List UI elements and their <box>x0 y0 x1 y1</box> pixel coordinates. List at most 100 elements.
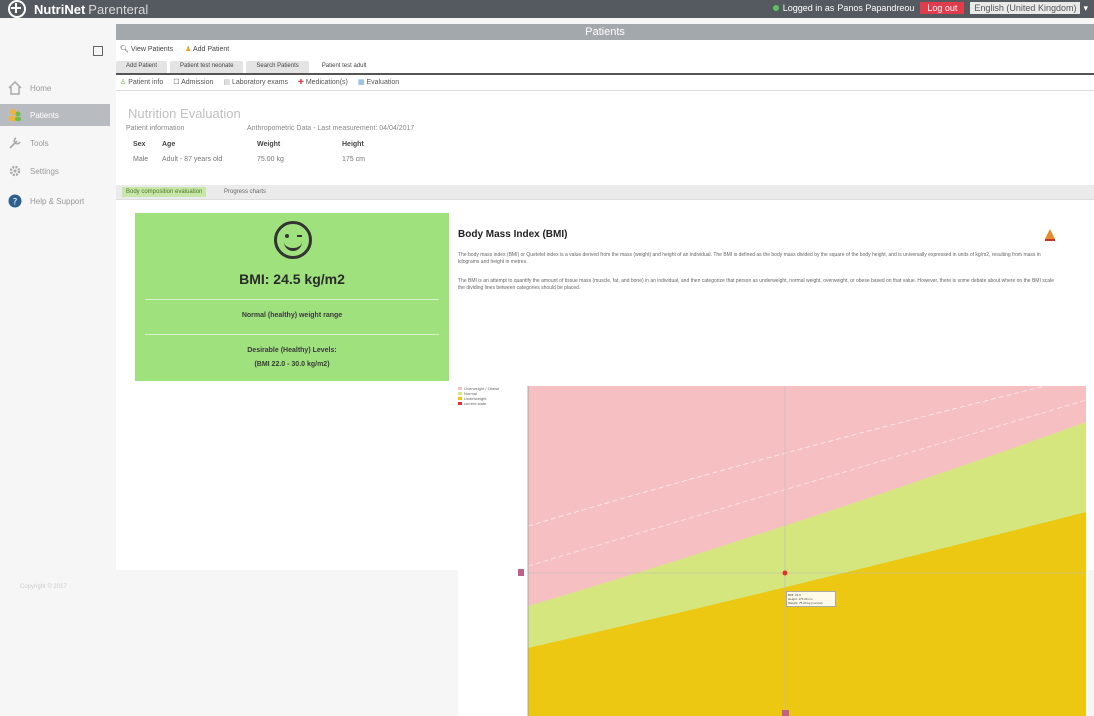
tooltip-line: Weight: 75.00 kg (normal) <box>788 601 823 605</box>
height-value: 175 cm <box>342 156 365 163</box>
top-bar: NutriNet Parenteral Logged in as Panos P… <box>0 0 1094 18</box>
logout-button[interactable]: Log out <box>920 2 965 14</box>
logged-in-label: Logged in as <box>782 3 835 13</box>
bmi-description-2: The BMI is an attempt to quantify the am… <box>458 278 1054 291</box>
height-header: Height <box>342 141 364 148</box>
chevron-down-icon[interactable]: ▾ <box>1083 3 1088 14</box>
chart-tooltip: BMI: 24.5 Height: 175.00 cm Weight: 75.0… <box>786 591 836 607</box>
subtab-patient-info[interactable]: ♙ Patient info <box>120 78 163 86</box>
add-patient-button[interactable]: ♟ Add Patient <box>185 45 229 53</box>
subtab-laboratory-exams[interactable]: ▤ Laboratory exams <box>223 78 288 86</box>
tab-progress-charts[interactable]: Progress charts <box>220 187 270 197</box>
sidebar-item-label: Settings <box>30 166 59 176</box>
search-icon: 🔍︎ <box>120 46 129 53</box>
tab-patient-test-adult[interactable]: Patient test adult <box>311 61 377 73</box>
divider <box>116 90 1094 91</box>
tab-patient-test-neonate[interactable]: Patient test neonate <box>170 61 244 73</box>
subtab-label: Medication(s) <box>305 79 348 86</box>
legend-label: current state <box>464 401 487 406</box>
tab-body-composition[interactable]: Body composition evaluation <box>122 187 207 197</box>
x-axis-handle[interactable] <box>782 710 789 716</box>
lab-icon: ▤ <box>223 79 231 86</box>
sidebar-item-settings[interactable]: Settings <box>8 160 110 182</box>
sex-value: Male <box>133 156 149 163</box>
view-patients-button[interactable]: 🔍︎ View Patients <box>120 45 173 53</box>
patient-subtabs: ♙ Patient info ☐ Admission ▤ Laboratory … <box>120 78 399 86</box>
sex-header: Sex <box>133 141 146 148</box>
weight-header: Weight <box>257 141 281 148</box>
patient-info-icon: ♙ <box>120 79 127 86</box>
legend-item: current state <box>458 401 520 406</box>
evaluation-title: Nutrition Evaluation <box>128 106 241 121</box>
legend-swatch <box>458 402 462 405</box>
age-header: Age <box>162 141 176 148</box>
home-icon <box>8 80 22 95</box>
sidebar-item-patients[interactable]: Patients <box>0 104 110 126</box>
smiley-icon <box>274 221 312 259</box>
subtab-label: Patient info <box>128 79 164 86</box>
content-tabs: Body composition evaluation Progress cha… <box>116 185 1094 200</box>
app-suffix: Parenteral <box>88 1 149 17</box>
online-status-icon <box>772 5 779 11</box>
patient-actions: 🔍︎ View Patients ♟ Add Patient <box>120 45 229 53</box>
smiley-mouth <box>284 238 302 251</box>
logo-icon <box>8 0 26 18</box>
add-patient-label: Add Patient <box>192 46 230 53</box>
username: Panos Papandreou <box>837 3 915 13</box>
collapse-sidebar-icon[interactable] <box>93 46 103 56</box>
language-select[interactable]: English (United Kingdom) <box>970 2 1081 14</box>
chart-legend: Overweight / Obese Normal Underweight cu… <box>458 386 520 406</box>
subtab-medications[interactable]: ✚ Medication(s) <box>298 78 348 86</box>
anthropometric-label: Anthropometric Data - Last measurement: … <box>247 125 415 132</box>
bmi-card: BMI: 24.5 kg/m2 Normal (healthy) weight … <box>135 213 449 381</box>
sidebar-item-tools[interactable]: Tools <box>8 132 110 154</box>
sidebar-item-label: Tools <box>30 138 49 148</box>
legend-swatch <box>458 397 462 400</box>
gear-icon <box>8 164 22 178</box>
app-name: NutriNet <box>34 1 86 17</box>
subtab-label: Evaluation <box>366 79 400 86</box>
patient-tabs: Add Patient Patient test neonate Search … <box>116 61 1094 75</box>
bmi-chart: Overweight / Obese Normal Underweight cu… <box>458 386 1086 716</box>
sidebar-item-help[interactable]: ? Help & Support <box>8 190 110 212</box>
sidebar-item-label: Home <box>30 83 52 93</box>
bmi-value: BMI: 24.5 kg/m2 <box>239 271 345 287</box>
subtab-label: Laboratory exams <box>231 79 289 86</box>
age-value: Adult - 87 years old <box>162 156 223 163</box>
legend-swatch <box>458 392 462 395</box>
desirable-levels-title: Desirable (Healthy) Levels: <box>247 347 337 354</box>
page-title: Patients <box>116 24 1094 40</box>
admission-icon: ☐ <box>173 79 180 86</box>
subtab-admission[interactable]: ☐ Admission <box>173 78 213 86</box>
svg-text:?: ? <box>13 198 18 208</box>
weight-range-label: Normal (healthy) weight range <box>241 312 343 319</box>
divider <box>145 334 439 335</box>
help-icon: ? <box>8 194 22 208</box>
current-state-marker[interactable] <box>782 570 788 576</box>
bmi-description-1: The body mass index (BMI) or Quetelet in… <box>458 252 1041 265</box>
add-user-icon: ♟ <box>185 46 192 53</box>
medication-icon: ✚ <box>298 79 304 86</box>
subtab-evaluation[interactable]: ▦ Evaluation <box>358 78 399 86</box>
tools-icon <box>8 136 22 150</box>
download-pdf-icon[interactable] <box>1044 228 1056 241</box>
sidebar-item-label: Help & Support <box>30 196 85 206</box>
subtab-label: Admission <box>181 79 214 86</box>
bmi-chart-svg <box>518 386 1086 716</box>
sidebar-item-home[interactable]: Home <box>8 77 110 99</box>
patients-icon <box>8 108 22 122</box>
sidebar: Home Patients Tools Settings ? Help & Su… <box>0 40 110 590</box>
divider <box>145 299 439 300</box>
tab-add-patient[interactable]: Add Patient <box>116 61 168 73</box>
y-axis-handle[interactable] <box>518 569 524 576</box>
sidebar-item-label: Patients <box>30 110 59 120</box>
view-patients-label: View Patients <box>130 46 174 53</box>
patient-info-label: Patient information <box>126 125 185 132</box>
tab-search-patients[interactable]: Search Patients <box>246 61 309 73</box>
evaluation-icon: ▦ <box>357 79 365 86</box>
user-area: Logged in as Panos Papandreou Log out En… <box>772 2 1088 14</box>
bmi-info-title: Body Mass Index (BMI) <box>458 229 568 240</box>
app-brand[interactable]: NutriNet Parenteral <box>0 0 148 18</box>
legend-swatch <box>458 387 462 390</box>
footer-copyright: Copyright © 2017 <box>20 584 67 590</box>
